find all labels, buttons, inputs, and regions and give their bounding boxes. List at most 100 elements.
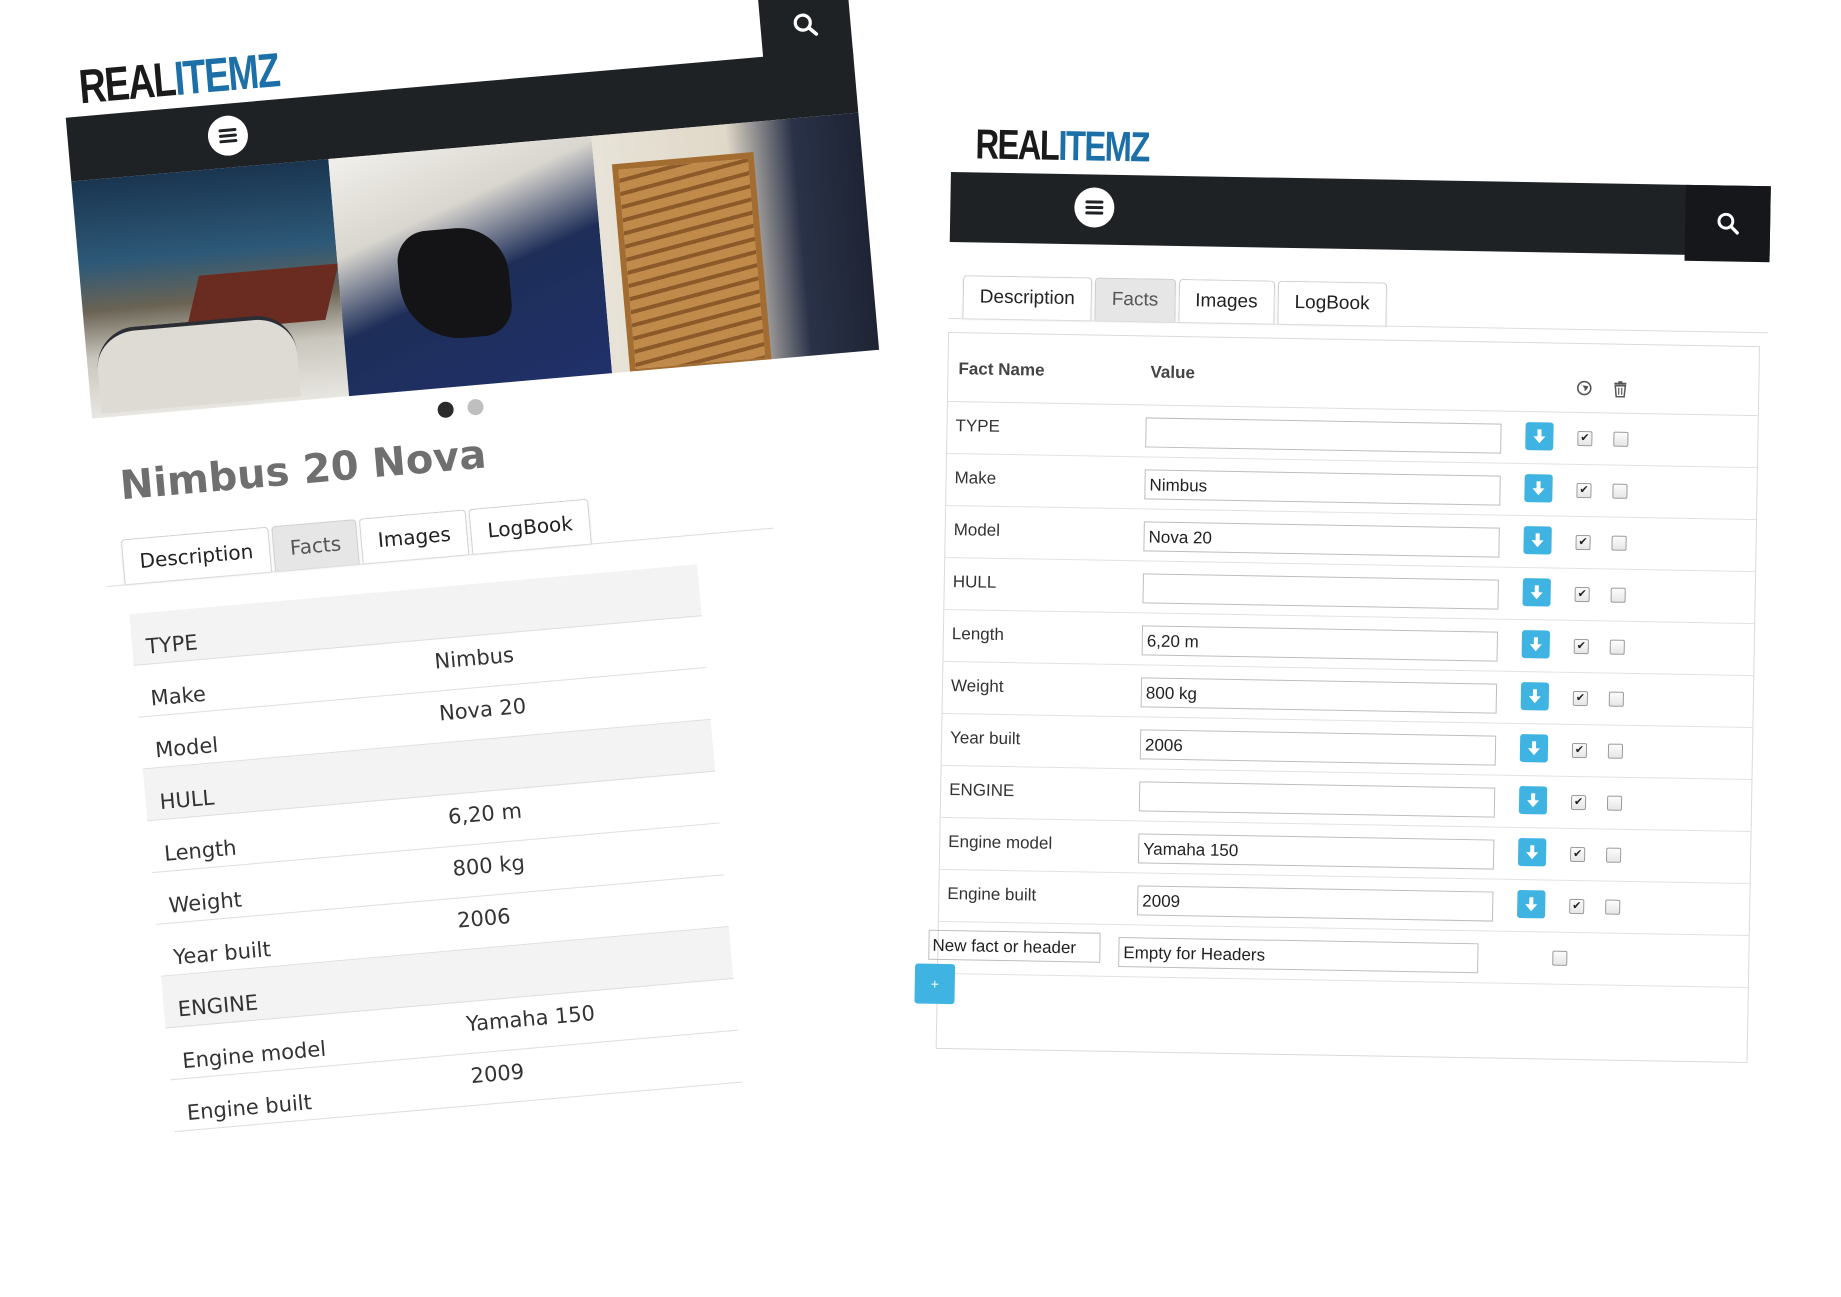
delete-checkbox[interactable] <box>1607 743 1624 759</box>
move-down-button[interactable] <box>1518 786 1548 815</box>
public-checkbox[interactable]: ✔ <box>1577 430 1593 447</box>
fact-name-label: Make <box>954 468 997 488</box>
search-icon <box>1717 212 1739 235</box>
carousel-dots <box>436 398 485 419</box>
search-button[interactable] <box>1684 184 1771 263</box>
tab-logbook[interactable]: LogBook <box>1277 280 1387 326</box>
arrow-down-icon <box>1528 689 1541 704</box>
new-fact-value-input[interactable]: Empty for Headers <box>1118 937 1479 974</box>
fact-name: Engine built <box>185 1090 313 1125</box>
search-button[interactable] <box>757 0 854 67</box>
delete-checkbox[interactable] <box>1606 847 1622 863</box>
fact-value: Nova 20 <box>438 693 528 726</box>
fact-name: Weight <box>167 887 243 918</box>
delete-checkbox[interactable] <box>1608 691 1624 707</box>
tab-bar: Description Facts Images LogBook <box>120 497 595 585</box>
menu-icon <box>1085 200 1104 215</box>
fact-name-label: Weight <box>950 676 1004 696</box>
public-checkbox[interactable]: ✔ <box>1570 846 1586 863</box>
column-fact-name: Fact Name <box>958 359 1045 380</box>
move-down-button[interactable] <box>1524 474 1553 503</box>
arrow-down-icon <box>1531 533 1544 548</box>
move-down-button[interactable] <box>1521 630 1551 659</box>
tab-facts[interactable]: Facts <box>271 518 360 572</box>
boat-photo-cockpit[interactable] <box>71 159 350 419</box>
add-fact-button[interactable]: + <box>914 963 956 1005</box>
fact-value-input[interactable] <box>1145 417 1502 454</box>
arrow-down-icon <box>1527 741 1540 756</box>
fact-name-label: HULL <box>952 572 997 592</box>
fact-name-label: Engine built <box>947 884 1037 905</box>
delete-checkbox[interactable] <box>1605 899 1621 915</box>
delete-checkbox[interactable] <box>1606 795 1623 811</box>
public-checkbox[interactable]: ✔ <box>1569 898 1585 915</box>
fact-name: Make <box>149 681 207 711</box>
fact-value-input[interactable]: Nova 20 <box>1143 521 1500 558</box>
public-checkbox[interactable]: ✔ <box>1576 482 1592 499</box>
arrow-down-icon <box>1526 845 1539 860</box>
navbar <box>949 171 1771 257</box>
public-checkbox[interactable]: ✔ <box>1571 742 1588 759</box>
fact-value-input[interactable]: Yamaha 150 <box>1137 833 1495 870</box>
brand-logo[interactable]: REALITEMZ <box>975 120 1149 171</box>
fact-name: TYPE <box>145 630 199 659</box>
tab-description[interactable]: Description <box>120 526 272 585</box>
public-checkbox[interactable]: ✔ <box>1574 586 1590 603</box>
carousel-dot-1[interactable] <box>436 401 455 419</box>
delete-checkbox[interactable] <box>1610 587 1626 603</box>
fact-name-label: ENGINE <box>949 780 1015 801</box>
delete-checkbox[interactable] <box>1611 535 1627 551</box>
arrow-down-icon <box>1530 585 1543 600</box>
move-down-button[interactable] <box>1525 422 1554 451</box>
globe-icon <box>1576 380 1592 401</box>
fact-value-input[interactable]: 2006 <box>1139 729 1497 766</box>
search-icon <box>793 13 819 36</box>
new-fact-name-input[interactable]: New fact or header <box>928 929 1101 963</box>
boat-photo-door[interactable] <box>591 112 880 374</box>
fact-name: ENGINE <box>176 990 260 1022</box>
arrow-down-icon <box>1529 637 1542 652</box>
fact-name: Model <box>154 732 220 763</box>
trash-icon <box>1612 381 1628 403</box>
admin-facts-editor: REALITEMZ Description Facts Images LogBo… <box>914 112 1812 1167</box>
move-down-button[interactable] <box>1523 526 1552 555</box>
public-checkbox[interactable]: ✔ <box>1570 794 1587 811</box>
move-down-button[interactable] <box>1517 837 1547 867</box>
fact-value-input[interactable]: 800 kg <box>1140 677 1498 714</box>
move-down-button[interactable] <box>1517 889 1546 919</box>
move-down-button[interactable] <box>1519 734 1549 763</box>
arrow-down-icon <box>1533 429 1546 444</box>
new-fact-delete-checkbox[interactable] <box>1552 950 1568 966</box>
tab-description[interactable]: Description <box>962 275 1093 321</box>
fact-value-input[interactable]: Nimbus <box>1144 469 1501 506</box>
delete-checkbox[interactable] <box>1613 431 1629 447</box>
fact-name: Length <box>163 835 238 866</box>
fact-value: 2009 <box>469 1059 526 1089</box>
public-checkbox[interactable]: ✔ <box>1575 534 1591 551</box>
mobile-facts-view: REALITEMZ Nimbus 20 Nova Description Fac… <box>60 0 986 1297</box>
fact-value: 800 kg <box>451 850 526 881</box>
boat-photo-cabin[interactable] <box>328 136 613 397</box>
public-checkbox[interactable]: ✔ <box>1573 638 1589 655</box>
fact-name-label: Model <box>953 520 1001 540</box>
fact-value: Nimbus <box>433 642 515 674</box>
fact-value-input[interactable] <box>1142 573 1499 610</box>
fact-value-input[interactable]: 2009 <box>1137 885 1494 922</box>
move-down-button[interactable] <box>1522 578 1551 607</box>
fact-name-label: TYPE <box>955 416 1001 436</box>
public-checkbox[interactable]: ✔ <box>1572 690 1588 707</box>
fact-name-label: Year built <box>949 728 1021 749</box>
delete-checkbox[interactable] <box>1612 483 1628 499</box>
fact-name: HULL <box>158 785 216 815</box>
delete-checkbox[interactable] <box>1609 639 1625 655</box>
tab-bar: Description Facts Images LogBook <box>962 272 1390 326</box>
fact-value-input[interactable]: 6,20 m <box>1141 625 1499 662</box>
move-down-button[interactable] <box>1520 682 1550 711</box>
fact-value: Yamaha 150 <box>465 1001 596 1037</box>
carousel-dot-2[interactable] <box>466 398 485 416</box>
fact-value: 6,20 m <box>447 798 523 830</box>
tab-images[interactable]: Images <box>1177 278 1275 324</box>
fact-name-label: Engine model <box>948 832 1053 853</box>
fact-value-input[interactable] <box>1138 781 1496 818</box>
tab-facts[interactable]: Facts <box>1094 277 1176 322</box>
